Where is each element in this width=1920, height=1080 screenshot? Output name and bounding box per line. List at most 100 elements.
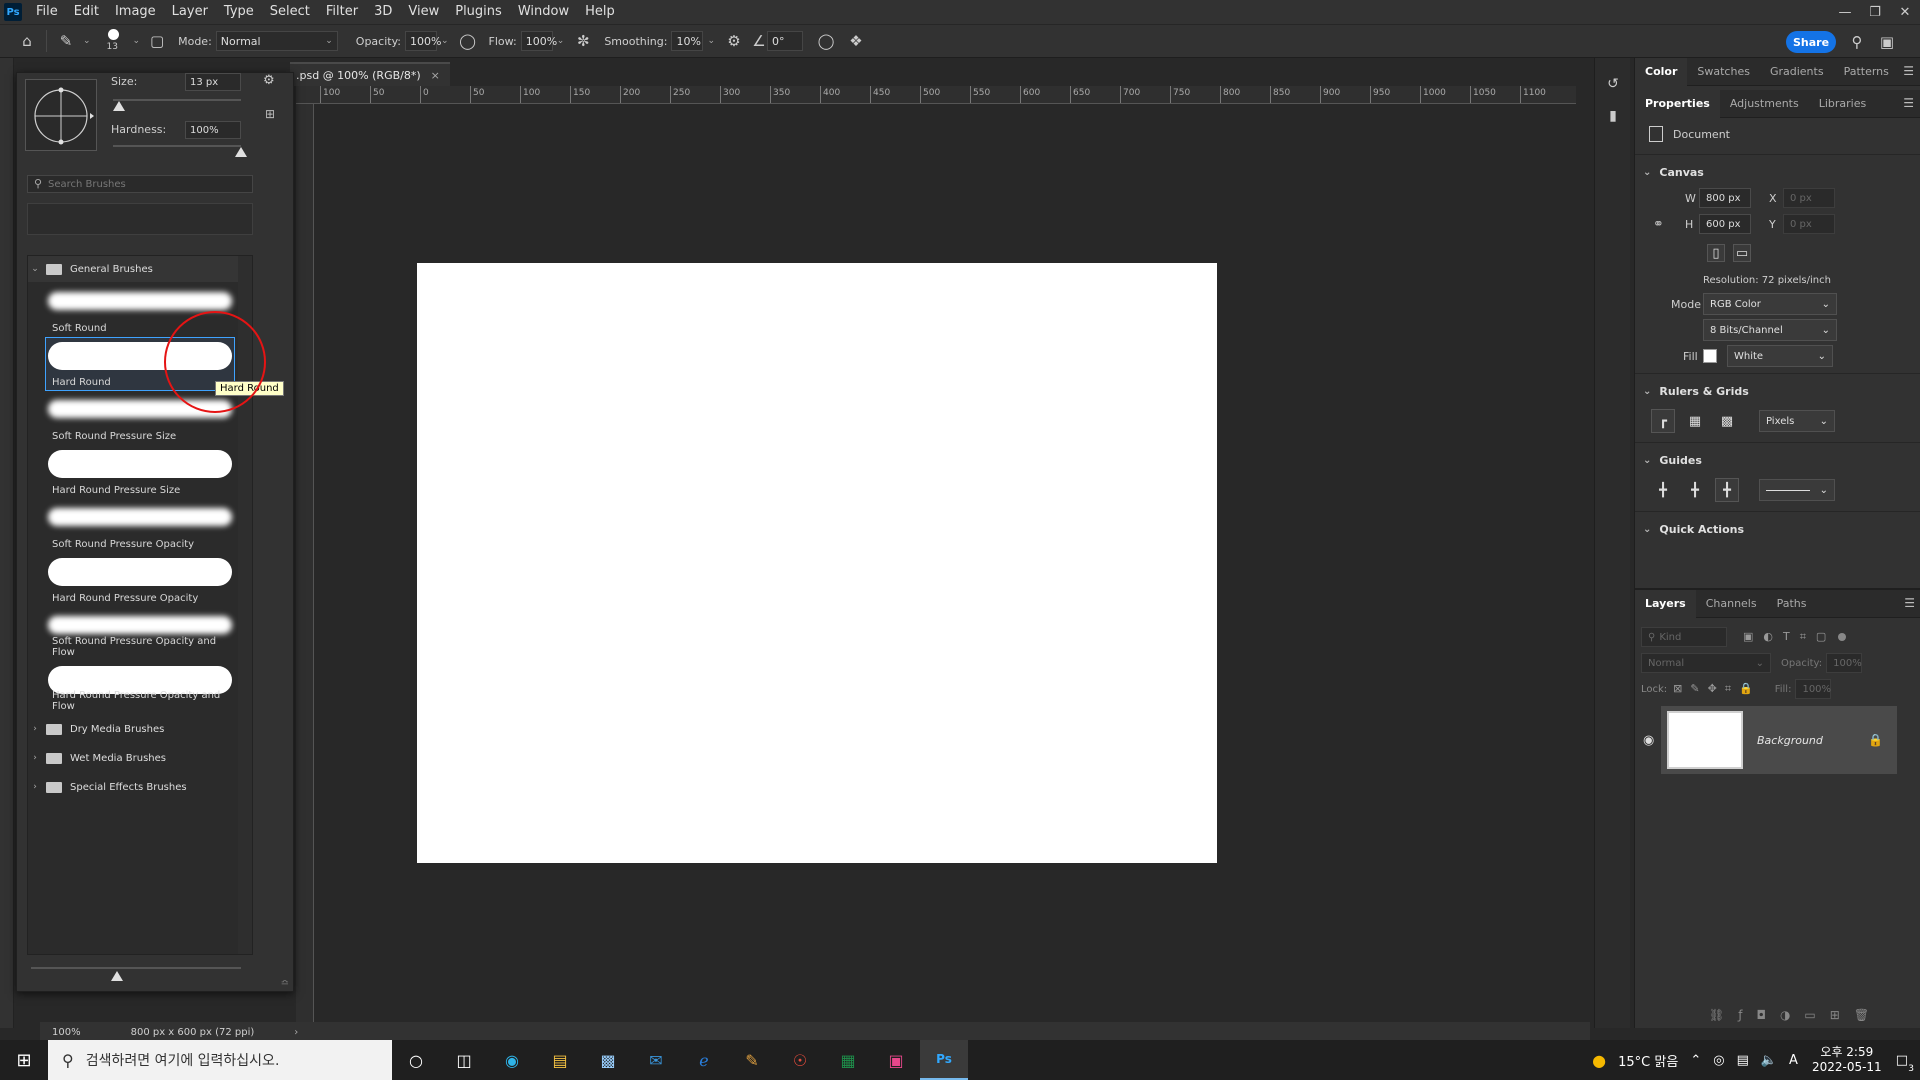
layer-filter-icons[interactable]: ▣◐T⌗▢ <box>1743 630 1836 644</box>
ruler-toggle-icon[interactable]: ┏ <box>1651 409 1675 433</box>
edge-icon[interactable]: ◉ <box>488 1040 536 1080</box>
layers-footer-icons[interactable]: ⛓ƒ◘◑▭⊞🗑 <box>1709 1008 1883 1022</box>
panel-menu-icon[interactable]: ☰ <box>1903 96 1914 110</box>
brush-hard-round-pressure-size[interactable]: Hard Round Pressure Size <box>46 446 234 498</box>
opacity-field[interactable]: 100% <box>405 31 441 51</box>
hardness-field[interactable]: 100% <box>185 121 241 139</box>
brush-soft-round-pressure-opacity-flow[interactable]: Soft Round Pressure Opacity and Flow <box>46 608 234 660</box>
brush-angle-preview[interactable] <box>25 79 97 151</box>
folder-wet-media-brushes[interactable]: › Wet Media Brushes <box>28 745 240 771</box>
menu-plugins[interactable]: Plugins <box>447 0 510 24</box>
close-icon[interactable]: × <box>431 69 440 82</box>
chevron-down-icon[interactable]: ⌄ <box>83 36 91 46</box>
ruler-units-select[interactable]: Pixels ⌄ <box>1759 410 1835 432</box>
gear-icon[interactable]: ⚙ <box>263 73 275 88</box>
tab-libraries[interactable]: Libraries <box>1809 90 1877 118</box>
workspace-icon[interactable]: ▣ <box>1874 29 1900 55</box>
chevron-down-icon[interactable]: ⌄ <box>441 36 449 46</box>
windows-start-icon[interactable]: ⊞ <box>0 1040 48 1080</box>
chevron-down-icon[interactable]: ⌄ <box>133 36 141 46</box>
y-field[interactable]: 0 px <box>1783 214 1835 234</box>
menu-select[interactable]: Select <box>262 0 318 24</box>
zoom-level[interactable]: 100% <box>52 1027 81 1038</box>
hardness-slider-thumb[interactable] <box>235 147 247 157</box>
guides-section-header[interactable]: ⌄ Guides <box>1635 447 1920 473</box>
eye-icon[interactable]: ◉ <box>1643 733 1654 748</box>
folder-dry-media-brushes[interactable]: › Dry Media Brushes <box>28 716 240 742</box>
pressure-size-icon[interactable]: ◯ <box>813 28 839 54</box>
new-preset-icon[interactable]: ⊞ <box>265 107 275 121</box>
menu-edit[interactable]: Edit <box>66 0 107 24</box>
menu-type[interactable]: Type <box>216 0 262 24</box>
volume-icon[interactable]: 🔈 <box>1761 1053 1777 1068</box>
clock[interactable]: 오후 2:59 2022-05-11 <box>1812 1045 1882 1075</box>
tab-patterns[interactable]: Patterns <box>1834 58 1899 86</box>
meet-icon[interactable]: ◎ <box>1713 1053 1724 1068</box>
size-field[interactable]: 13 px <box>185 73 241 91</box>
comments-icon[interactable]: ▮ <box>1601 104 1625 128</box>
ime-indicator[interactable]: A <box>1789 1053 1798 1068</box>
flow-field[interactable]: 100% <box>520 31 557 51</box>
symmetry-icon[interactable]: ❖ <box>843 28 869 54</box>
gear-icon[interactable]: ⚙ <box>721 28 747 54</box>
share-button[interactable]: Share <box>1786 31 1836 53</box>
menu-help[interactable]: Help <box>577 0 623 24</box>
panel-menu-icon[interactable]: ☰ <box>1903 64 1914 78</box>
chevron-right-icon[interactable]: › <box>294 1027 298 1038</box>
size-slider-thumb[interactable] <box>113 101 126 111</box>
pressure-opacity-icon[interactable]: ◯ <box>455 28 481 54</box>
excel-icon[interactable]: ▦ <box>824 1040 872 1080</box>
brush-soft-round-pressure-opacity[interactable]: Soft Round Pressure Opacity <box>46 500 234 552</box>
cortana-icon[interactable]: ○ <box>392 1040 440 1080</box>
menu-3d[interactable]: 3D <box>366 0 400 24</box>
tab-adjustments[interactable]: Adjustments <box>1720 90 1809 118</box>
brush-hard-round-pressure-opacity-flow[interactable]: Hard Round Pressure Opacity and Flow <box>46 662 234 714</box>
x-field[interactable]: 0 px <box>1783 188 1835 208</box>
mail-icon[interactable]: ✉ <box>632 1040 680 1080</box>
home-icon[interactable]: ⌂ <box>14 28 40 54</box>
mode-select[interactable]: Normal ⌄ <box>215 31 338 51</box>
tab-layers[interactable]: Layers <box>1635 589 1696 618</box>
panel-menu-icon[interactable]: ☰ <box>1904 596 1915 610</box>
restore-icon[interactable]: ❐ <box>1860 0 1890 24</box>
camera-app-icon[interactable]: ▣ <box>872 1040 920 1080</box>
guide-layout-icon[interactable]: ╋ <box>1683 478 1707 502</box>
blend-mode-select[interactable]: Normal ⌄ <box>1641 653 1771 673</box>
color-mode-select[interactable]: RGB Color ⌄ <box>1703 293 1837 315</box>
document-tab[interactable]: .psd @ 100% (RGB/8*) × <box>290 62 450 86</box>
taskbar-search-input[interactable]: ⚲ 검색하려면 여기에 입력하십시오. <box>48 1040 392 1080</box>
brush-tool-icon[interactable]: ✎ <box>53 28 79 54</box>
filter-toggle-icon[interactable] <box>1838 633 1847 641</box>
layer-fill-field[interactable]: 100% <box>1795 679 1832 699</box>
store-icon[interactable]: ▩ <box>584 1040 632 1080</box>
smart-guides-icon[interactable]: ╋ <box>1715 478 1739 502</box>
landscape-icon[interactable]: ▭ <box>1733 244 1751 262</box>
network-icon[interactable]: ▤ <box>1737 1053 1749 1068</box>
guides-icon[interactable]: ╋ <box>1651 478 1675 502</box>
rulers-section-header[interactable]: ⌄ Rulers & Grids <box>1635 378 1920 404</box>
menu-view[interactable]: View <box>400 0 447 24</box>
bit-depth-select[interactable]: 8 Bits/Channel ⌄ <box>1703 319 1837 341</box>
portrait-icon[interactable]: ▯ <box>1707 244 1725 262</box>
size-slider-track[interactable] <box>113 99 241 101</box>
quick-actions-header[interactable]: ⌄ Quick Actions <box>1635 516 1920 542</box>
tab-paths[interactable]: Paths <box>1767 590 1817 618</box>
pixel-grid-icon[interactable]: ▩ <box>1715 409 1739 433</box>
angle-field[interactable]: 0° <box>767 31 804 51</box>
file-explorer-icon[interactable]: ▤ <box>536 1040 584 1080</box>
tab-channels[interactable]: Channels <box>1696 590 1767 618</box>
lock-options-icons[interactable]: ⊠✎✥⌗🔒 <box>1673 682 1761 696</box>
height-field[interactable]: 600 px <box>1699 214 1751 234</box>
photoshop-logo-icon[interactable]: Ps <box>4 3 22 21</box>
chevron-down-icon[interactable]: ⌄ <box>707 36 715 46</box>
weather-text[interactable]: 15°C 맑음 <box>1618 1051 1678 1070</box>
menu-layer[interactable]: Layer <box>164 0 216 24</box>
tab-gradients[interactable]: Gradients <box>1760 58 1834 86</box>
brush-preset-picker[interactable]: 13 <box>99 26 129 56</box>
link-icon[interactable]: ⚭ <box>1653 217 1664 232</box>
photoshop-taskbar-icon[interactable]: Ps <box>920 1040 968 1080</box>
brush-settings-icon[interactable]: ▢ <box>144 28 170 54</box>
close-window-icon[interactable]: ✕ <box>1890 0 1920 24</box>
chrome-icon[interactable]: ☉ <box>776 1040 824 1080</box>
menu-window[interactable]: Window <box>510 0 577 24</box>
